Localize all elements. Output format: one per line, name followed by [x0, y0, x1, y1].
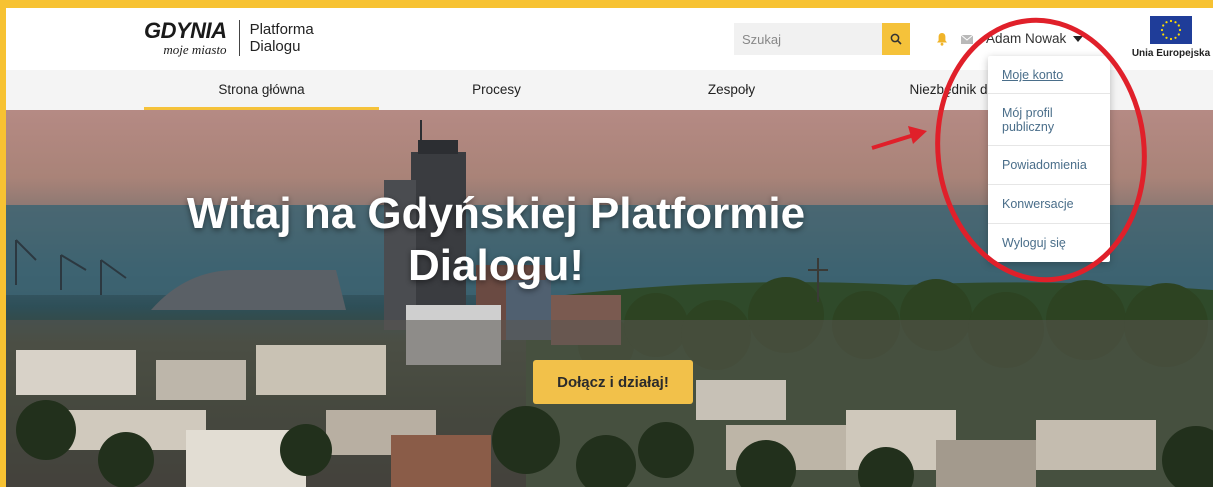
platform-name-line1: Platforma: [249, 21, 314, 38]
search-box: [734, 23, 910, 55]
menu-item-my-account[interactable]: Moje konto: [988, 56, 1110, 94]
join-button[interactable]: Dołącz i działaj!: [533, 360, 693, 404]
logo-divider: [238, 20, 240, 56]
hero-title-line2: Dialogu!: [408, 241, 584, 290]
bell-icon[interactable]: [936, 32, 948, 46]
user-menu-toggle[interactable]: Adam Nowak: [986, 31, 1084, 46]
search-icon: [890, 33, 902, 45]
menu-item-public-profile[interactable]: Mój profil publiczny: [988, 94, 1110, 146]
hero-title: Witaj na Gdyńskiej Platformie Dialogu!: [187, 188, 805, 292]
search-input[interactable]: [734, 23, 882, 55]
user-dropdown-menu: Moje konto Mój profil publiczny Powiadom…: [988, 56, 1110, 262]
search-button[interactable]: [882, 23, 910, 55]
gdynia-logo-mark: GDYNIA moje miasto: [144, 18, 227, 57]
nav-item-home[interactable]: Strona główna: [144, 70, 379, 110]
menu-item-conversations[interactable]: Konwersacje: [988, 185, 1110, 224]
platform-name: Platforma Dialogu: [250, 21, 314, 55]
mail-icon[interactable]: [961, 35, 973, 44]
logo-main-text: GDYNIA: [144, 18, 227, 43]
menu-item-logout[interactable]: Wyloguj się: [988, 224, 1110, 262]
logo-sub-text: moje miasto: [163, 42, 227, 57]
eu-flag-icon: [1150, 16, 1192, 44]
eu-label: Unia Europejska: [1131, 48, 1211, 59]
menu-item-notifications[interactable]: Powiadomienia: [988, 146, 1110, 185]
user-name: Adam Nowak: [986, 31, 1067, 46]
site-logo[interactable]: GDYNIA moje miasto Platforma Dialogu: [144, 20, 314, 56]
hero-title-line1: Witaj na Gdyńskiej Platformie: [186, 189, 806, 238]
platform-name-line2: Dialogu: [249, 38, 301, 55]
nav-item-teams[interactable]: Zespoły: [614, 70, 849, 110]
browser-page: GDYNIA moje miasto Platforma Dialogu Szu…: [6, 8, 1213, 487]
eu-badge: Unia Europejska: [1126, 16, 1213, 59]
nav-item-processes[interactable]: Procesy: [379, 70, 614, 110]
caret-down-icon: [1073, 35, 1084, 42]
